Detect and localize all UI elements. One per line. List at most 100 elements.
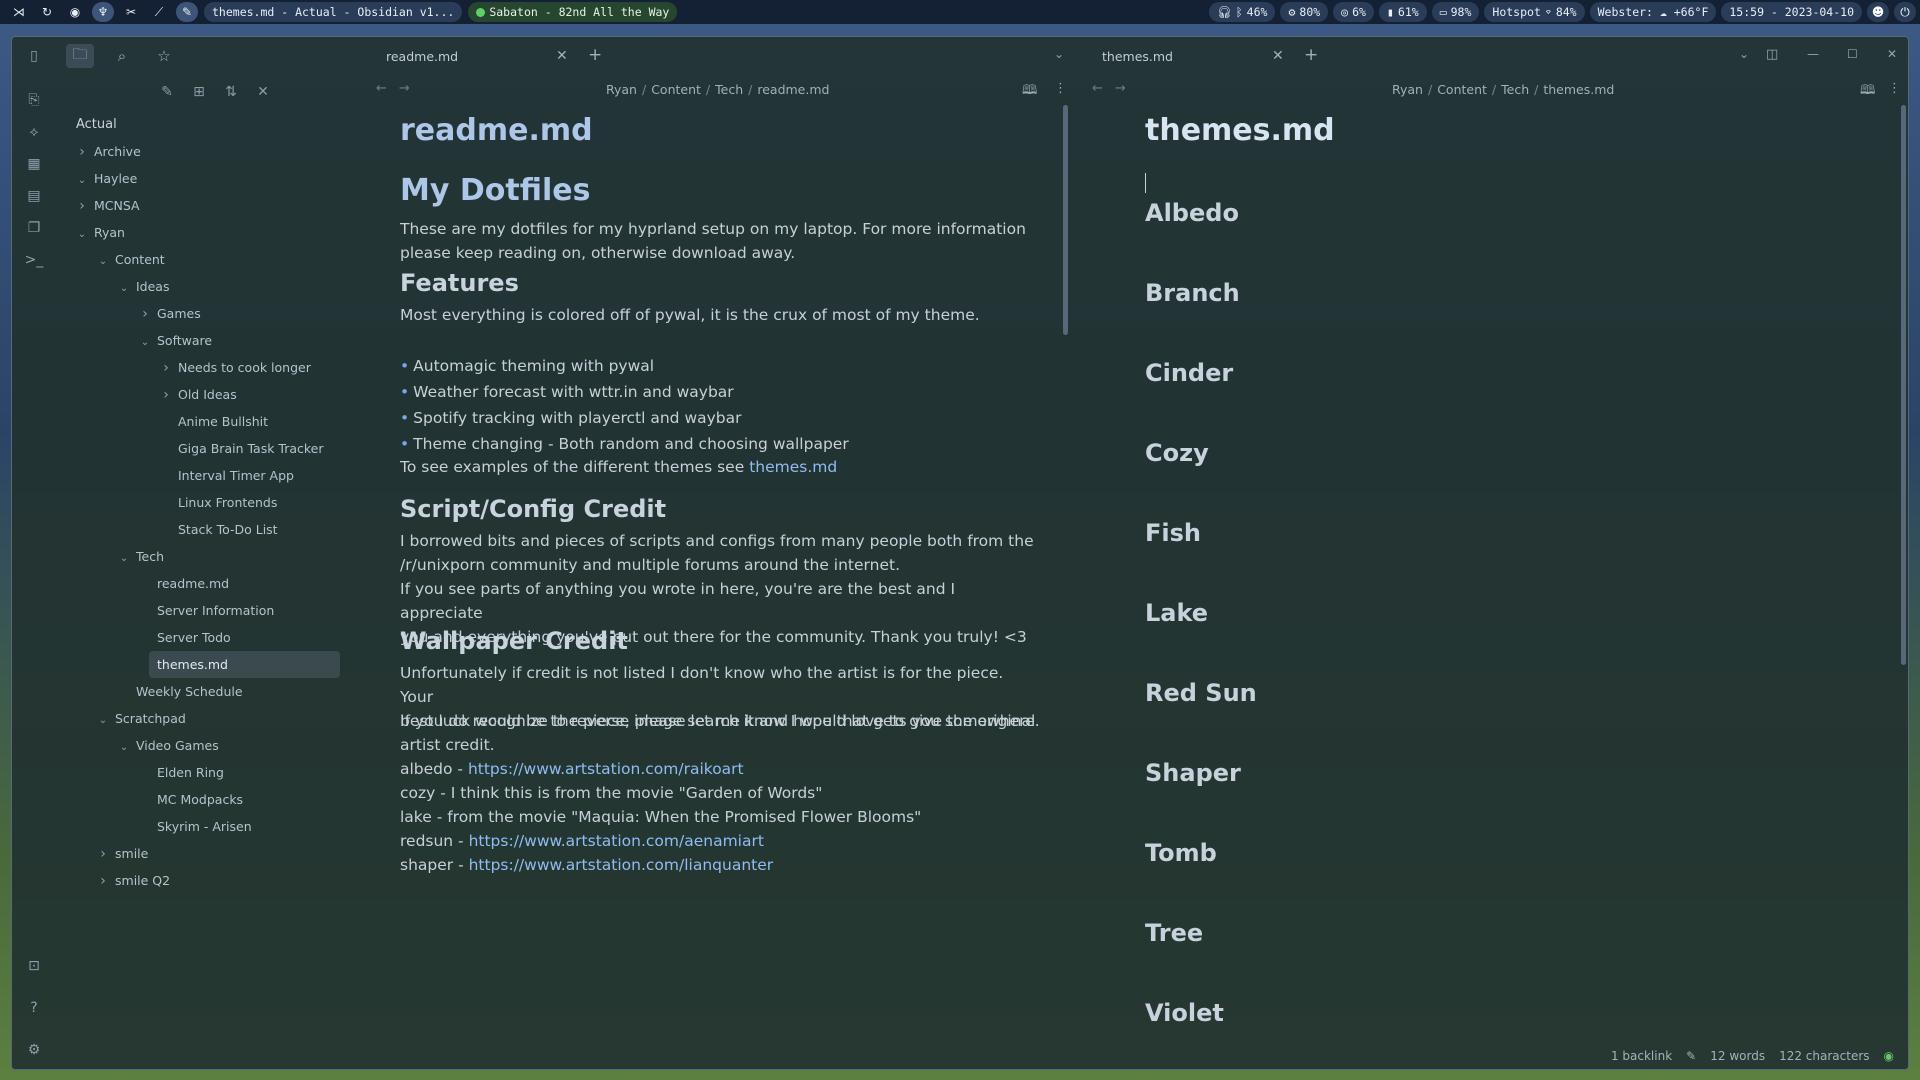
- music-widget[interactable]: Sabaton - 82nd All the Way: [468, 2, 678, 22]
- help-icon[interactable]: ?: [23, 997, 45, 1019]
- chevron-down-icon[interactable]: ⌄: [139, 329, 151, 356]
- vault-name[interactable]: Actual: [56, 111, 356, 138]
- tab-list-chevron-icon[interactable]: ⌄: [1739, 47, 1749, 61]
- new-folder-icon[interactable]: ⊞: [190, 84, 208, 100]
- battery-widget[interactable]: ▭ 98%: [1431, 2, 1480, 22]
- back-forward-icon[interactable]: ←→: [376, 81, 422, 96]
- tree-file[interactable]: readme.md: [56, 570, 356, 597]
- templates-icon[interactable]: ❐: [23, 217, 45, 239]
- terminal-icon[interactable]: >_: [23, 249, 45, 271]
- tree-file[interactable]: Anime Bullshit: [56, 408, 356, 435]
- scrollbar[interactable]: [1063, 105, 1068, 335]
- tree-file[interactable]: themes.md: [149, 651, 340, 678]
- artist-link[interactable]: https://www.artstation.com/lianquanter: [469, 856, 774, 874]
- close-tab-icon[interactable]: ✕: [556, 48, 568, 64]
- scrollbar[interactable]: [1901, 105, 1906, 665]
- new-tab-icon[interactable]: +: [1304, 45, 1318, 65]
- breadcrumb-item[interactable]: themes.md: [1543, 82, 1614, 97]
- tree-file[interactable]: Giga Brain Task Tracker: [56, 435, 356, 462]
- chevron-right-icon[interactable]: ›: [97, 868, 109, 895]
- tree-folder[interactable]: › Games: [56, 300, 356, 327]
- back-forward-icon[interactable]: ←→: [1092, 81, 1138, 96]
- tree-folder[interactable]: › Needs to cook longer: [56, 354, 356, 381]
- discord-workspace-icon[interactable]: ◉: [64, 2, 86, 22]
- power-icon[interactable]: ⏻: [1894, 2, 1916, 22]
- breadcrumb-item[interactable]: Content: [1437, 82, 1487, 97]
- tree-folder[interactable]: › Archive: [56, 138, 356, 165]
- canvas-icon[interactable]: ▦: [23, 153, 45, 175]
- gpu-widget[interactable]: ◎ 6%: [1333, 2, 1374, 22]
- edit-mode-icon[interactable]: ✎: [1686, 1049, 1696, 1063]
- vault-switch-icon[interactable]: ⊡: [23, 955, 45, 977]
- inline-title[interactable]: themes.md: [1145, 116, 1335, 146]
- network-widget[interactable]: Hotspot ⌔ 84%: [1484, 2, 1585, 22]
- more-options-icon[interactable]: ⋮: [1888, 81, 1901, 96]
- inline-title[interactable]: readme.md: [400, 116, 1040, 146]
- new-note-icon[interactable]: ✎: [158, 84, 176, 100]
- clock-widget[interactable]: 15:59 - 2023-04-10: [1721, 2, 1862, 22]
- tree-file[interactable]: Stack To-Do List: [56, 516, 356, 543]
- folder-icon[interactable]: 🗀: [66, 44, 94, 68]
- tree-folder[interactable]: ⌄ Software: [56, 327, 356, 354]
- chevron-right-icon[interactable]: ›: [160, 382, 172, 409]
- tools-workspace-icon[interactable]: ✂: [120, 2, 142, 22]
- chevron-down-icon[interactable]: ⌄: [76, 167, 88, 194]
- collapse-all-icon[interactable]: ✕: [254, 84, 272, 100]
- pen-workspace-icon[interactable]: ⟋: [148, 2, 170, 22]
- chevron-down-icon[interactable]: ⌄: [76, 221, 88, 248]
- bookmark-star-icon[interactable]: ☆: [150, 44, 178, 68]
- chevron-down-icon[interactable]: ⌄: [118, 275, 130, 302]
- breadcrumb-item[interactable]: Tech: [715, 82, 743, 97]
- arch-logo-icon[interactable]: ⋊: [8, 2, 30, 22]
- memory-widget[interactable]: ▮ 61%: [1378, 2, 1427, 22]
- chevron-right-icon[interactable]: ›: [160, 355, 172, 382]
- window-close-icon[interactable]: ✕: [1887, 47, 1897, 61]
- chevron-right-icon[interactable]: ›: [76, 139, 88, 166]
- chevron-down-icon[interactable]: ⌄: [118, 545, 130, 572]
- maximize-icon[interactable]: ☐: [1847, 47, 1858, 61]
- quick-switch-icon[interactable]: ⎘: [23, 89, 45, 111]
- tree-folder[interactable]: › Old Ideas: [56, 381, 356, 408]
- tree-folder[interactable]: ⌄ Haylee: [56, 165, 356, 192]
- themes-link[interactable]: themes.md: [749, 458, 837, 476]
- tree-folder[interactable]: ⌄ Ideas: [56, 273, 356, 300]
- split-view-icon[interactable]: ◫: [1766, 47, 1778, 62]
- search-icon[interactable]: ⌕: [108, 44, 136, 68]
- breadcrumb-item[interactable]: Content: [651, 82, 701, 97]
- tree-folder[interactable]: ⌄ Scratchpad: [56, 705, 356, 732]
- tree-file[interactable]: Weekly Schedule: [56, 678, 356, 705]
- artist-link[interactable]: https://www.artstation.com/raikoart: [468, 760, 744, 778]
- tab-readme[interactable]: readme.md ✕: [386, 37, 576, 75]
- tree-folder[interactable]: ⌄ Ryan: [56, 219, 356, 246]
- breadcrumb-item[interactable]: Tech: [1501, 82, 1529, 97]
- cpu-widget[interactable]: ⚙ 80%: [1280, 2, 1329, 22]
- reading-view-icon[interactable]: 🕮: [1022, 81, 1037, 103]
- tree-folder[interactable]: › smile Q2: [56, 867, 356, 894]
- chevron-right-icon[interactable]: ›: [97, 841, 109, 868]
- weather-widget[interactable]: Webster: ☁ +66°F: [1589, 2, 1717, 22]
- tab-themes[interactable]: themes.md ✕: [1102, 37, 1292, 75]
- close-tab-icon[interactable]: ✕: [1272, 48, 1284, 64]
- tree-folder[interactable]: ⌄ Tech: [56, 543, 356, 570]
- tree-folder[interactable]: › smile: [56, 840, 356, 867]
- brush-icon[interactable]: ✎: [176, 2, 198, 22]
- chevron-down-icon[interactable]: ⌄: [118, 734, 130, 761]
- tree-file[interactable]: Server Todo: [56, 624, 356, 651]
- tree-folder[interactable]: › MCNSA: [56, 192, 356, 219]
- tree-file[interactable]: MC Modpacks: [56, 786, 356, 813]
- new-tab-icon[interactable]: +: [588, 45, 602, 65]
- window-title[interactable]: themes.md - Actual - Obsidian v1...: [204, 2, 463, 22]
- chevron-down-icon[interactable]: ⌄: [97, 707, 109, 734]
- settings-gear-icon[interactable]: ⚙: [23, 1039, 45, 1061]
- tree-file[interactable]: Skyrim - Arisen: [56, 813, 356, 840]
- obsidian-workspace-icon[interactable]: ♆: [92, 2, 114, 22]
- graph-view-icon[interactable]: ⟡: [23, 121, 45, 143]
- spotify-workspace-icon[interactable]: ↻: [36, 2, 58, 22]
- daily-note-icon[interactable]: ▤: [23, 185, 45, 207]
- breadcrumb-item[interactable]: Ryan: [1392, 82, 1423, 97]
- reading-view-icon[interactable]: 🕮: [1860, 81, 1875, 103]
- tab-list-chevron-icon[interactable]: ⌄: [1054, 47, 1064, 61]
- tree-file[interactable]: Interval Timer App: [56, 462, 356, 489]
- tree-file[interactable]: Linux Frontends: [56, 489, 356, 516]
- breadcrumb-item[interactable]: readme.md: [757, 82, 829, 97]
